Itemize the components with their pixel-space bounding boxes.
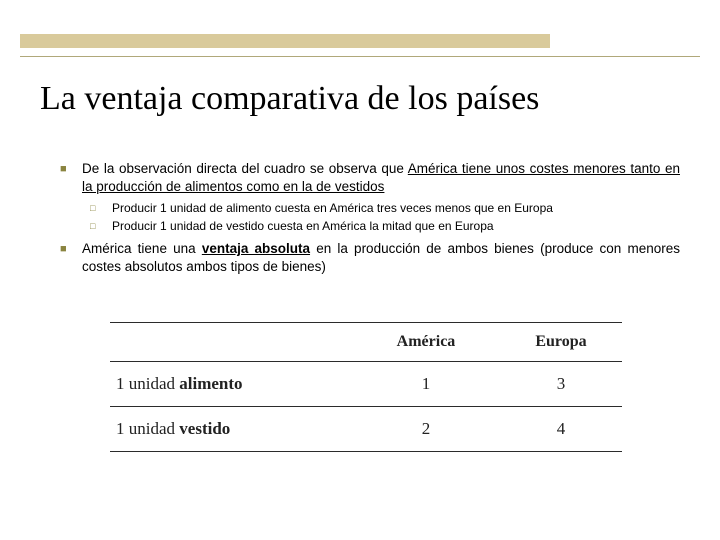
row2-america: 2: [346, 419, 506, 439]
body-text: ■ De la observación directa del cuadro s…: [60, 160, 680, 280]
square-bullet-icon: ■: [60, 160, 82, 196]
row1-america: 1: [346, 374, 506, 394]
bullet-2-term: ventaja absoluta: [202, 241, 310, 256]
row1-label-pre: 1 unidad: [116, 374, 179, 393]
table-header-row: América Europa: [110, 322, 622, 362]
bullet-2: ■ América tiene una ventaja absoluta en …: [60, 240, 680, 276]
bullet-2-text: América tiene una ventaja absoluta en la…: [82, 240, 680, 276]
square-bullet-icon: ■: [60, 240, 82, 276]
decor-line: [20, 56, 700, 57]
row1-europa: 3: [506, 374, 616, 394]
sub-bullet-2: □ Producir 1 unidad de vestido cuesta en…: [90, 218, 680, 234]
row1-label: 1 unidad alimento: [110, 374, 346, 394]
sub-bullet-2-text: Producir 1 unidad de vestido cuesta en A…: [112, 218, 494, 234]
bullet-1-pre: De la observación directa del cuadro se …: [82, 161, 408, 176]
bullet-2-pre: América tiene una: [82, 241, 202, 256]
decor-bar: [20, 34, 550, 48]
slide: La ventaja comparativa de los países ■ D…: [0, 0, 720, 540]
row2-europa: 4: [506, 419, 616, 439]
bullet-1-text: De la observación directa del cuadro se …: [82, 160, 680, 196]
row2-label-bold: vestido: [179, 419, 230, 438]
sub-bullet-1: □ Producir 1 unidad de alimento cuesta e…: [90, 200, 680, 216]
sub-bullets: □ Producir 1 unidad de alimento cuesta e…: [90, 200, 680, 233]
table-row: 1 unidad alimento 1 3: [110, 362, 622, 407]
hollow-square-icon: □: [90, 218, 112, 234]
table-row: 1 unidad vestido 2 4: [110, 407, 622, 452]
hollow-square-icon: □: [90, 200, 112, 216]
row1-label-bold: alimento: [179, 374, 242, 393]
data-table: América Europa 1 unidad alimento 1 3 1 u…: [110, 322, 622, 452]
table-header-europa: Europa: [506, 333, 616, 351]
page-title: La ventaja comparativa de los países: [40, 80, 680, 118]
bullet-1: ■ De la observación directa del cuadro s…: [60, 160, 680, 196]
table-header-america: América: [346, 333, 506, 351]
row2-label: 1 unidad vestido: [110, 419, 346, 439]
row2-label-pre: 1 unidad: [116, 419, 179, 438]
sub-bullet-1-text: Producir 1 unidad de alimento cuesta en …: [112, 200, 553, 216]
